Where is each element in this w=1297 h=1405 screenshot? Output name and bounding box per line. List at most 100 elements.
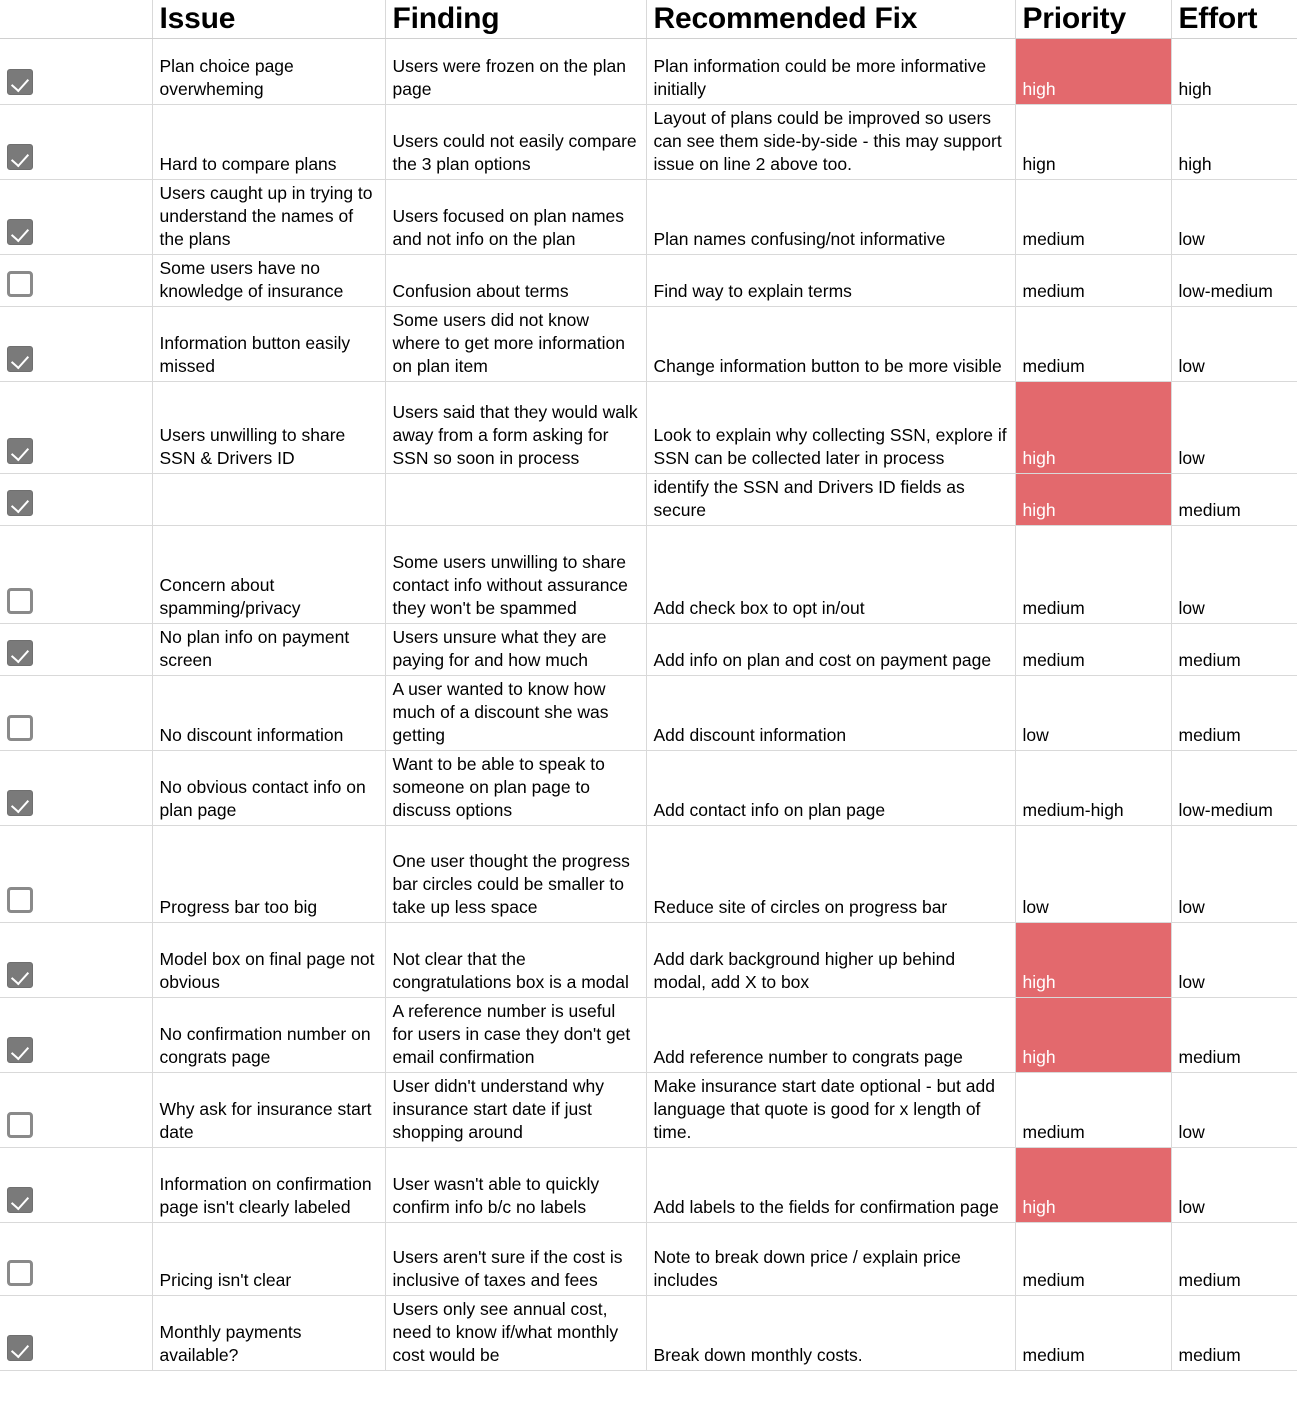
cell-priority[interactable]: medium (1015, 306, 1172, 382)
cell-recommended-fix[interactable]: Find way to explain terms (646, 254, 1016, 307)
cell-recommended-fix[interactable]: Plan information could be more informati… (646, 38, 1016, 105)
cell-issue[interactable]: No obvious contact info on plan page (152, 750, 386, 826)
cell-finding[interactable]: Users were frozen on the plan page (385, 38, 647, 105)
cell-recommended-fix[interactable]: identify the SSN and Drivers ID fields a… (646, 473, 1016, 526)
cell-recommended-fix[interactable]: Layout of plans could be improved so use… (646, 104, 1016, 180)
cell-finding[interactable]: Some users did not know where to get mor… (385, 306, 647, 382)
cell-issue[interactable]: No confirmation number on congrats page (152, 997, 386, 1073)
checkbox-unchecked-icon[interactable] (7, 271, 33, 297)
checkbox-checked-icon[interactable] (7, 346, 33, 372)
cell-recommended-fix[interactable]: Look to explain why collecting SSN, expl… (646, 381, 1016, 474)
cell-issue[interactable]: Progress bar too big (152, 825, 386, 923)
cell-issue[interactable]: Why ask for insurance start date (152, 1072, 386, 1148)
checkbox-unchecked-icon[interactable] (7, 887, 33, 913)
cell-issue[interactable]: No discount information (152, 675, 386, 751)
cell-priority[interactable]: medium-high (1015, 750, 1172, 826)
cell-finding[interactable]: Users could not easily compare the 3 pla… (385, 104, 647, 180)
cell-priority[interactable]: medium (1015, 179, 1172, 255)
cell-effort[interactable]: low-medium (1171, 254, 1297, 307)
row-checkbox-cell[interactable] (0, 381, 153, 474)
cell-issue[interactable]: Information button easily missed (152, 306, 386, 382)
cell-priority[interactable]: high (1015, 1147, 1172, 1223)
cell-recommended-fix[interactable]: Add discount information (646, 675, 1016, 751)
cell-recommended-fix[interactable]: Reduce site of circles on progress bar (646, 825, 1016, 923)
checkbox-checked-icon[interactable] (7, 1335, 33, 1361)
cell-recommended-fix[interactable]: Note to break down price / explain price… (646, 1222, 1016, 1296)
cell-issue[interactable]: Monthly payments available? (152, 1295, 386, 1371)
cell-effort[interactable]: low (1171, 1147, 1297, 1223)
cell-finding[interactable]: Users focused on plan names and not info… (385, 179, 647, 255)
cell-finding[interactable]: Want to be able to speak to someone on p… (385, 750, 647, 826)
row-checkbox-cell[interactable] (0, 922, 153, 998)
cell-recommended-fix[interactable]: Add check box to opt in/out (646, 525, 1016, 624)
row-checkbox-cell[interactable] (0, 1295, 153, 1371)
cell-finding[interactable]: Users only see annual cost, need to know… (385, 1295, 647, 1371)
cell-priority[interactable]: medium (1015, 254, 1172, 307)
cell-effort[interactable]: low-medium (1171, 750, 1297, 826)
cell-priority[interactable]: high (1015, 38, 1172, 105)
row-checkbox-cell[interactable] (0, 825, 153, 923)
checkbox-unchecked-icon[interactable] (7, 1260, 33, 1286)
cell-finding[interactable]: Confusion about terms (385, 254, 647, 307)
cell-effort[interactable]: low (1171, 922, 1297, 998)
cell-issue[interactable]: Some users have no knowledge of insuranc… (152, 254, 386, 307)
cell-finding[interactable] (385, 473, 647, 526)
cell-recommended-fix[interactable]: Plan names confusing/not informative (646, 179, 1016, 255)
cell-priority[interactable]: medium (1015, 623, 1172, 676)
cell-recommended-fix[interactable]: Add dark background higher up behind mod… (646, 922, 1016, 998)
cell-priority[interactable]: high (1015, 997, 1172, 1073)
checkbox-checked-icon[interactable] (7, 1037, 33, 1063)
cell-priority[interactable]: medium (1015, 1072, 1172, 1148)
checkbox-checked-icon[interactable] (7, 790, 33, 816)
checkbox-checked-icon[interactable] (7, 962, 33, 988)
cell-effort[interactable]: medium (1171, 675, 1297, 751)
row-checkbox-cell[interactable] (0, 1147, 153, 1223)
checkbox-unchecked-icon[interactable] (7, 1112, 33, 1138)
cell-recommended-fix[interactable]: Make insurance start date optional - but… (646, 1072, 1016, 1148)
cell-priority[interactable]: medium (1015, 1222, 1172, 1296)
checkbox-checked-icon[interactable] (7, 144, 33, 170)
row-checkbox-cell[interactable] (0, 306, 153, 382)
cell-priority[interactable]: high (1015, 473, 1172, 526)
cell-finding[interactable]: User wasn't able to quickly confirm info… (385, 1147, 647, 1223)
cell-priority[interactable]: high (1015, 922, 1172, 998)
cell-finding[interactable]: Users said that they would walk away fro… (385, 381, 647, 474)
cell-effort[interactable]: medium (1171, 623, 1297, 676)
row-checkbox-cell[interactable] (0, 1222, 153, 1296)
cell-priority[interactable]: low (1015, 825, 1172, 923)
row-checkbox-cell[interactable] (0, 525, 153, 624)
cell-issue[interactable]: Plan choice page overwheming (152, 38, 386, 105)
cell-finding[interactable]: Some users unwilling to share contact in… (385, 525, 647, 624)
cell-recommended-fix[interactable]: Add info on plan and cost on payment pag… (646, 623, 1016, 676)
cell-priority[interactable]: medium (1015, 525, 1172, 624)
row-checkbox-cell[interactable] (0, 997, 153, 1073)
row-checkbox-cell[interactable] (0, 179, 153, 255)
checkbox-unchecked-icon[interactable] (7, 588, 33, 614)
cell-finding[interactable]: Not clear that the congratulations box i… (385, 922, 647, 998)
cell-finding[interactable]: Users aren't sure if the cost is inclusi… (385, 1222, 647, 1296)
cell-effort[interactable]: high (1171, 38, 1297, 105)
cell-effort[interactable]: high (1171, 104, 1297, 180)
checkbox-checked-icon[interactable] (7, 640, 33, 666)
cell-issue[interactable]: Users caught up in trying to understand … (152, 179, 386, 255)
cell-issue[interactable]: Pricing isn't clear (152, 1222, 386, 1296)
cell-issue[interactable]: Model box on final page not obvious (152, 922, 386, 998)
row-checkbox-cell[interactable] (0, 254, 153, 307)
cell-effort[interactable]: low (1171, 179, 1297, 255)
cell-priority[interactable]: hign (1015, 104, 1172, 180)
cell-finding[interactable]: Users unsure what they are paying for an… (385, 623, 647, 676)
cell-finding[interactable]: A reference number is useful for users i… (385, 997, 647, 1073)
row-checkbox-cell[interactable] (0, 473, 153, 526)
cell-effort[interactable]: low (1171, 381, 1297, 474)
cell-recommended-fix[interactable]: Break down monthly costs. (646, 1295, 1016, 1371)
cell-finding[interactable]: User didn't understand why insurance sta… (385, 1072, 647, 1148)
checkbox-checked-icon[interactable] (7, 438, 33, 464)
cell-effort[interactable]: low (1171, 825, 1297, 923)
cell-recommended-fix[interactable]: Add contact info on plan page (646, 750, 1016, 826)
cell-issue[interactable]: No plan info on payment screen (152, 623, 386, 676)
checkbox-unchecked-icon[interactable] (7, 715, 33, 741)
cell-effort[interactable]: medium (1171, 473, 1297, 526)
checkbox-checked-icon[interactable] (7, 1187, 33, 1213)
checkbox-checked-icon[interactable] (7, 69, 33, 95)
cell-effort[interactable]: low (1171, 306, 1297, 382)
